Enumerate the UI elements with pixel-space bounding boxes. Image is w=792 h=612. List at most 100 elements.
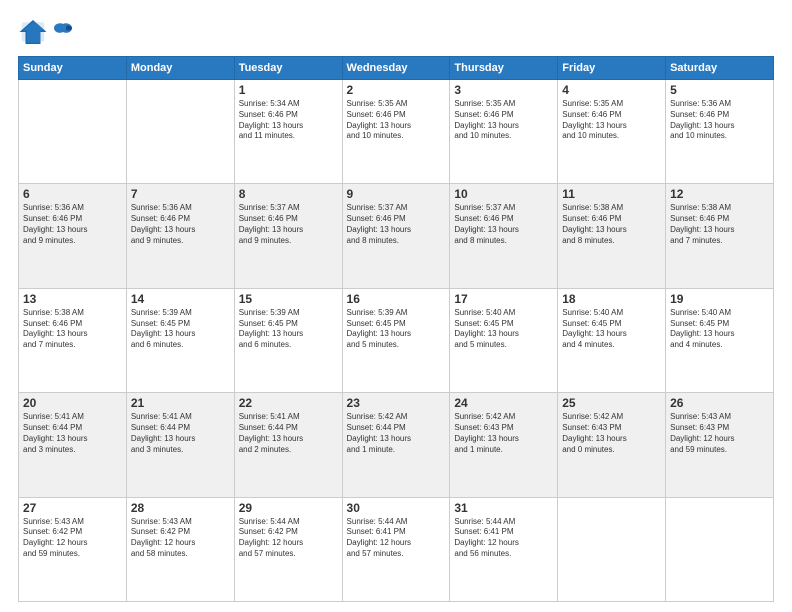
calendar-week-row: 1 Sunrise: 5:34 AM Sunset: 6:46 PM Daylig… bbox=[19, 80, 774, 184]
weekday-header-monday: Monday bbox=[126, 57, 234, 80]
day-number: 18 bbox=[562, 292, 661, 306]
day-info: Sunrise: 5:44 AM Sunset: 6:42 PM Dayligh… bbox=[239, 517, 338, 560]
calendar-header-row: SundayMondayTuesdayWednesdayThursdayFrid… bbox=[19, 57, 774, 80]
calendar-cell: 20 Sunrise: 5:41 AM Sunset: 6:44 PM Dayli… bbox=[19, 393, 127, 497]
calendar-cell: 16 Sunrise: 5:39 AM Sunset: 6:45 PM Dayli… bbox=[342, 288, 450, 392]
calendar-cell: 11Sunrise: 5:38 AM Sunset: 6:46 PM Dayli… bbox=[558, 184, 666, 288]
calendar-cell: 9 Sunrise: 5:37 AM Sunset: 6:46 PM Daylig… bbox=[342, 184, 450, 288]
weekday-header-tuesday: Tuesday bbox=[234, 57, 342, 80]
day-number: 22 bbox=[239, 396, 338, 410]
day-info: Sunrise: 5:40 AM Sunset: 6:45 PM Dayligh… bbox=[562, 308, 661, 351]
day-number: 1 bbox=[239, 83, 338, 97]
day-info: Sunrise: 5:39 AM Sunset: 6:45 PM Dayligh… bbox=[347, 308, 446, 351]
logo-bird-icon bbox=[52, 22, 74, 42]
calendar-cell bbox=[666, 497, 774, 601]
day-info: Sunrise: 5:43 AM Sunset: 6:42 PM Dayligh… bbox=[23, 517, 122, 560]
calendar-cell: 1 Sunrise: 5:34 AM Sunset: 6:46 PM Daylig… bbox=[234, 80, 342, 184]
calendar-cell: 15Sunrise: 5:39 AM Sunset: 6:45 PM Dayli… bbox=[234, 288, 342, 392]
day-number: 27 bbox=[23, 501, 122, 515]
calendar-cell: 17 Sunrise: 5:40 AM Sunset: 6:45 PM Dayli… bbox=[450, 288, 558, 392]
calendar-cell bbox=[19, 80, 127, 184]
calendar-cell bbox=[558, 497, 666, 601]
calendar-cell: 21 Sunrise: 5:41 AM Sunset: 6:44 PM Dayli… bbox=[126, 393, 234, 497]
calendar-cell: 24 Sunrise: 5:42 AM Sunset: 6:43 PM Dayli… bbox=[450, 393, 558, 497]
calendar-week-row: 13 Sunrise: 5:38 AM Sunset: 6:46 PM Dayli… bbox=[19, 288, 774, 392]
day-info: Sunrise: 5:40 AM Sunset: 6:45 PM Dayligh… bbox=[670, 308, 769, 351]
day-number: 6 bbox=[23, 187, 122, 201]
day-number: 31 bbox=[454, 501, 553, 515]
day-info: Sunrise: 5:41 AM Sunset: 6:44 PM Dayligh… bbox=[239, 412, 338, 455]
day-info: Sunrise: 5:42 AM Sunset: 6:43 PM Dayligh… bbox=[562, 412, 661, 455]
logo bbox=[18, 18, 74, 46]
logo-text-block bbox=[52, 22, 74, 42]
day-info: Sunrise: 5:36 AM Sunset: 6:46 PM Dayligh… bbox=[670, 99, 769, 142]
day-info: Sunrise: 5:44 AM Sunset: 6:41 PM Dayligh… bbox=[347, 517, 446, 560]
day-info: Sunrise: 5:41 AM Sunset: 6:44 PM Dayligh… bbox=[131, 412, 230, 455]
weekday-header-sunday: Sunday bbox=[19, 57, 127, 80]
calendar-cell: 2 Sunrise: 5:35 AM Sunset: 6:46 PM Daylig… bbox=[342, 80, 450, 184]
day-number: 2 bbox=[347, 83, 446, 97]
day-number: 21 bbox=[131, 396, 230, 410]
day-info: Sunrise: 5:34 AM Sunset: 6:46 PM Dayligh… bbox=[239, 99, 338, 142]
day-number: 4 bbox=[562, 83, 661, 97]
day-info: Sunrise: 5:41 AM Sunset: 6:44 PM Dayligh… bbox=[23, 412, 122, 455]
day-number: 8 bbox=[239, 187, 338, 201]
weekday-header-saturday: Saturday bbox=[666, 57, 774, 80]
weekday-header-thursday: Thursday bbox=[450, 57, 558, 80]
calendar-cell: 28Sunrise: 5:43 AM Sunset: 6:42 PM Dayli… bbox=[126, 497, 234, 601]
day-number: 30 bbox=[347, 501, 446, 515]
day-number: 14 bbox=[131, 292, 230, 306]
calendar-cell: 30 Sunrise: 5:44 AM Sunset: 6:41 PM Dayli… bbox=[342, 497, 450, 601]
day-number: 3 bbox=[454, 83, 553, 97]
calendar-cell: 29 Sunrise: 5:44 AM Sunset: 6:42 PM Dayli… bbox=[234, 497, 342, 601]
calendar-cell: 23Sunrise: 5:42 AM Sunset: 6:44 PM Dayli… bbox=[342, 393, 450, 497]
day-info: Sunrise: 5:38 AM Sunset: 6:46 PM Dayligh… bbox=[23, 308, 122, 351]
calendar-cell: 13 Sunrise: 5:38 AM Sunset: 6:46 PM Dayli… bbox=[19, 288, 127, 392]
calendar-week-row: 6 Sunrise: 5:36 AM Sunset: 6:46 PM Daylig… bbox=[19, 184, 774, 288]
day-number: 24 bbox=[454, 396, 553, 410]
header bbox=[18, 18, 774, 46]
day-info: Sunrise: 5:42 AM Sunset: 6:43 PM Dayligh… bbox=[454, 412, 553, 455]
day-number: 7 bbox=[131, 187, 230, 201]
calendar-cell: 7 Sunrise: 5:36 AM Sunset: 6:46 PM Daylig… bbox=[126, 184, 234, 288]
day-info: Sunrise: 5:36 AM Sunset: 6:46 PM Dayligh… bbox=[131, 203, 230, 246]
day-number: 5 bbox=[670, 83, 769, 97]
calendar-cell: 10Sunrise: 5:37 AM Sunset: 6:46 PM Dayli… bbox=[450, 184, 558, 288]
day-info: Sunrise: 5:42 AM Sunset: 6:44 PM Dayligh… bbox=[347, 412, 446, 455]
calendar-cell: 19 Sunrise: 5:40 AM Sunset: 6:45 PM Dayli… bbox=[666, 288, 774, 392]
calendar-table: SundayMondayTuesdayWednesdayThursdayFrid… bbox=[18, 56, 774, 602]
day-info: Sunrise: 5:37 AM Sunset: 6:46 PM Dayligh… bbox=[347, 203, 446, 246]
day-info: Sunrise: 5:35 AM Sunset: 6:46 PM Dayligh… bbox=[454, 99, 553, 142]
page: SundayMondayTuesdayWednesdayThursdayFrid… bbox=[0, 0, 792, 612]
day-number: 11 bbox=[562, 187, 661, 201]
day-number: 29 bbox=[239, 501, 338, 515]
day-info: Sunrise: 5:38 AM Sunset: 6:46 PM Dayligh… bbox=[670, 203, 769, 246]
day-info: Sunrise: 5:37 AM Sunset: 6:46 PM Dayligh… bbox=[454, 203, 553, 246]
calendar-week-row: 27 Sunrise: 5:43 AM Sunset: 6:42 PM Dayli… bbox=[19, 497, 774, 601]
weekday-header-wednesday: Wednesday bbox=[342, 57, 450, 80]
day-number: 26 bbox=[670, 396, 769, 410]
logo-icon bbox=[18, 18, 48, 46]
day-info: Sunrise: 5:43 AM Sunset: 6:42 PM Dayligh… bbox=[131, 517, 230, 560]
calendar-cell: 27 Sunrise: 5:43 AM Sunset: 6:42 PM Dayli… bbox=[19, 497, 127, 601]
calendar-cell: 12Sunrise: 5:38 AM Sunset: 6:46 PM Dayli… bbox=[666, 184, 774, 288]
day-number: 16 bbox=[347, 292, 446, 306]
calendar-week-row: 20 Sunrise: 5:41 AM Sunset: 6:44 PM Dayli… bbox=[19, 393, 774, 497]
day-number: 17 bbox=[454, 292, 553, 306]
day-info: Sunrise: 5:43 AM Sunset: 6:43 PM Dayligh… bbox=[670, 412, 769, 455]
day-info: Sunrise: 5:36 AM Sunset: 6:46 PM Dayligh… bbox=[23, 203, 122, 246]
day-number: 13 bbox=[23, 292, 122, 306]
calendar-cell: 14 Sunrise: 5:39 AM Sunset: 6:45 PM Dayli… bbox=[126, 288, 234, 392]
day-info: Sunrise: 5:40 AM Sunset: 6:45 PM Dayligh… bbox=[454, 308, 553, 351]
day-info: Sunrise: 5:39 AM Sunset: 6:45 PM Dayligh… bbox=[131, 308, 230, 351]
calendar-cell bbox=[126, 80, 234, 184]
day-number: 20 bbox=[23, 396, 122, 410]
weekday-header-friday: Friday bbox=[558, 57, 666, 80]
day-info: Sunrise: 5:37 AM Sunset: 6:46 PM Dayligh… bbox=[239, 203, 338, 246]
calendar-cell: 6 Sunrise: 5:36 AM Sunset: 6:46 PM Daylig… bbox=[19, 184, 127, 288]
day-number: 9 bbox=[347, 187, 446, 201]
calendar-cell: 25Sunrise: 5:42 AM Sunset: 6:43 PM Dayli… bbox=[558, 393, 666, 497]
day-info: Sunrise: 5:35 AM Sunset: 6:46 PM Dayligh… bbox=[347, 99, 446, 142]
day-number: 19 bbox=[670, 292, 769, 306]
calendar-cell: 26 Sunrise: 5:43 AM Sunset: 6:43 PM Dayli… bbox=[666, 393, 774, 497]
